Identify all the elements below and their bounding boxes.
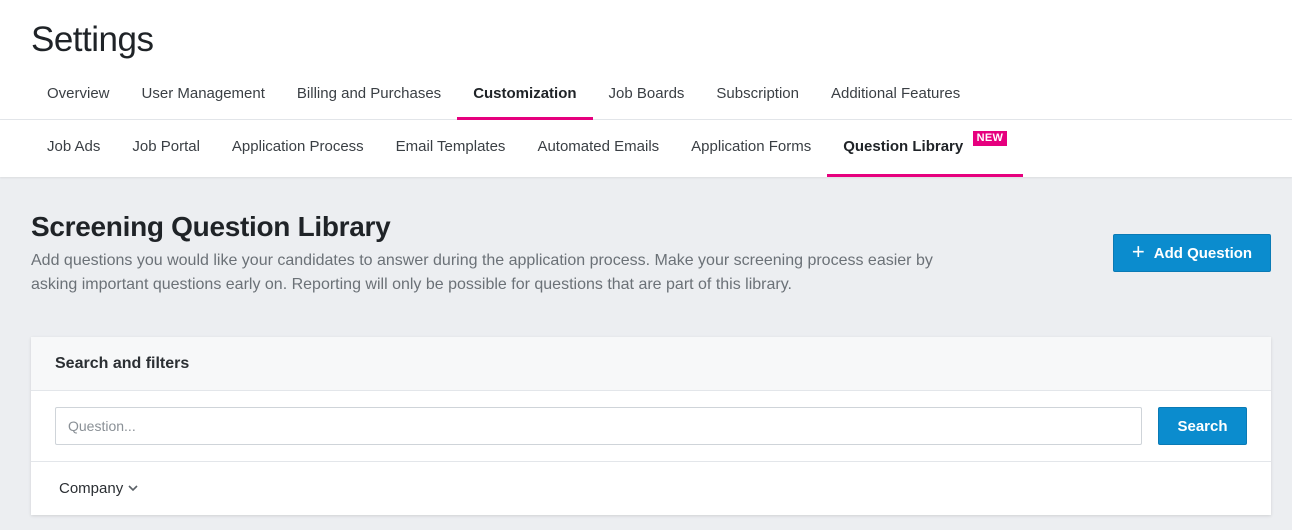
search-row: Search [31,391,1271,462]
subtab-email-templates[interactable]: Email Templates [380,120,522,177]
add-question-label: Add Question [1153,244,1253,262]
add-question-button[interactable]: + Add Question [1113,234,1271,272]
search-filters-panel: Search and filters Search Company [31,337,1271,515]
company-filter-label: Company [59,479,124,497]
subtab-question-library[interactable]: Question Library NEW [827,120,1024,177]
settings-header: Settings Overview User Management Billin… [0,0,1292,120]
section-description: Add questions you would like your candid… [31,252,933,293]
page-title: Settings [31,20,154,59]
main-tabs: Overview User Management Billing and Pur… [31,72,976,120]
tab-subscription[interactable]: Subscription [700,72,815,120]
tab-user-management[interactable]: User Management [126,72,281,120]
tab-customization[interactable]: Customization [457,72,593,120]
filters-row: Company [31,462,1271,514]
new-badge: NEW [972,131,1008,146]
sub-navigation: Job Ads Job Portal Application Process E… [0,120,1292,177]
tab-overview[interactable]: Overview [31,72,126,120]
subtab-job-portal[interactable]: Job Portal [116,120,216,177]
company-filter-toggle[interactable]: Company [59,480,139,497]
chevron-down-icon [128,485,138,492]
plus-icon: + [1131,239,1145,264]
question-search-input[interactable] [55,407,1142,445]
section-title: Screening Question Library [31,211,391,242]
subtab-application-process[interactable]: Application Process [216,120,380,177]
subtab-automated-emails[interactable]: Automated Emails [521,120,675,177]
tab-billing-and-purchases[interactable]: Billing and Purchases [281,72,457,120]
main-content: Screening Question Library Add questions… [0,177,1292,530]
subtab-question-library-label: Question Library [843,138,964,155]
tab-additional-features[interactable]: Additional Features [815,72,976,120]
subtab-job-ads[interactable]: Job Ads [31,120,116,177]
sub-tabs: Job Ads Job Portal Application Process E… [31,120,1024,177]
tab-job-boards[interactable]: Job Boards [593,72,701,120]
subtab-application-forms[interactable]: Application Forms [675,120,827,177]
search-button[interactable]: Search [1158,407,1247,445]
panel-title: Search and filters [31,337,1271,391]
